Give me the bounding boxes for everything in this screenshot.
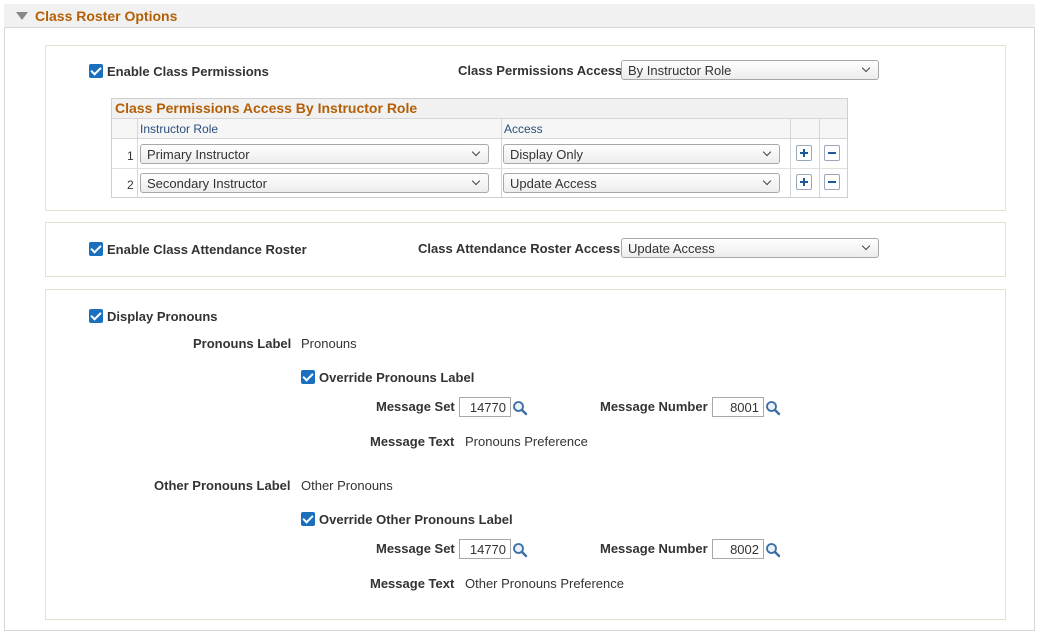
class-permissions-access-label: Class Permissions Access — [458, 63, 623, 78]
pronouns-group — [45, 289, 1006, 620]
grid-title-bar: Class Permissions Access By Instructor R… — [112, 99, 847, 119]
instructor-role-select[interactable]: Primary Instructor — [140, 144, 489, 164]
pronouns-label-label: Pronouns Label — [193, 336, 292, 351]
collapse-triangle-icon[interactable] — [16, 12, 28, 20]
access-select[interactable]: Display Only — [503, 144, 780, 164]
other-message-number-input[interactable]: 8002 — [712, 539, 764, 559]
other-message-number-label: Message Number — [600, 541, 708, 556]
lookup-magnifier-icon[interactable] — [512, 542, 528, 558]
delete-row-button[interactable] — [824, 174, 840, 190]
access-select[interactable]: Update Access — [503, 173, 780, 193]
attendance-roster-access-select[interactable]: Update Access — [621, 238, 879, 258]
other-pronouns-label-value: Other Pronouns — [301, 478, 393, 493]
display-pronouns-label: Display Pronouns — [107, 309, 218, 324]
override-other-pronouns-label: Override Other Pronouns Label — [319, 512, 513, 527]
row-number: 2 — [127, 178, 134, 192]
override-pronouns-checkbox[interactable] — [301, 370, 315, 384]
add-row-button[interactable] — [796, 145, 812, 161]
grid-header-access[interactable]: Access — [501, 119, 790, 139]
grid-title: Class Permissions Access By Instructor R… — [115, 100, 418, 116]
enable-class-permissions-label: Enable Class Permissions — [107, 64, 269, 79]
delete-row-button[interactable] — [824, 145, 840, 161]
grid-header-rownum — [112, 119, 137, 139]
message-set-label: Message Set — [376, 399, 455, 414]
chevron-down-icon — [861, 63, 871, 73]
permissions-grid: Class Permissions Access By Instructor R… — [111, 98, 848, 198]
chevron-down-icon — [861, 241, 871, 251]
other-message-set-input[interactable]: 14770 — [459, 539, 511, 559]
lookup-magnifier-icon[interactable] — [512, 400, 528, 416]
minus-icon — [828, 181, 836, 183]
message-text-label: Message Text — [370, 434, 455, 449]
override-pronouns-label: Override Pronouns Label — [319, 370, 475, 385]
chevron-down-icon — [471, 147, 481, 157]
other-message-text-label: Message Text — [370, 576, 455, 591]
chevron-down-icon — [762, 176, 772, 186]
section-header[interactable]: Class Roster Options — [4, 4, 1035, 28]
other-pronouns-label-label: Other Pronouns Label — [154, 478, 291, 493]
add-row-button[interactable] — [796, 174, 812, 190]
pronouns-label-value: Pronouns — [301, 336, 357, 351]
section-title: Class Roster Options — [35, 8, 178, 24]
message-number-label: Message Number — [600, 399, 708, 414]
override-other-pronouns-checkbox[interactable] — [301, 512, 315, 526]
row-number: 1 — [127, 149, 134, 163]
lookup-magnifier-icon[interactable] — [765, 400, 781, 416]
class-permissions-access-select[interactable]: By Instructor Role — [621, 60, 879, 80]
message-number-input[interactable]: 8001 — [712, 397, 764, 417]
other-message-set-label: Message Set — [376, 541, 455, 556]
message-set-input[interactable]: 14770 — [459, 397, 511, 417]
other-message-text-value: Other Pronouns Preference — [465, 576, 624, 591]
chevron-down-icon — [762, 147, 772, 157]
chevron-down-icon — [471, 176, 481, 186]
instructor-role-select[interactable]: Secondary Instructor — [140, 173, 489, 193]
display-pronouns-checkbox[interactable] — [89, 309, 103, 323]
enable-attendance-roster-label: Enable Class Attendance Roster — [107, 242, 307, 257]
message-text-value: Pronouns Preference — [465, 434, 588, 449]
enable-attendance-roster-checkbox[interactable] — [89, 242, 103, 256]
minus-icon — [828, 152, 836, 154]
grid-header-instructor-role[interactable]: Instructor Role — [137, 119, 501, 139]
enable-class-permissions-checkbox[interactable] — [89, 64, 103, 78]
lookup-magnifier-icon[interactable] — [765, 542, 781, 558]
attendance-roster-access-label: Class Attendance Roster Access — [418, 241, 621, 256]
